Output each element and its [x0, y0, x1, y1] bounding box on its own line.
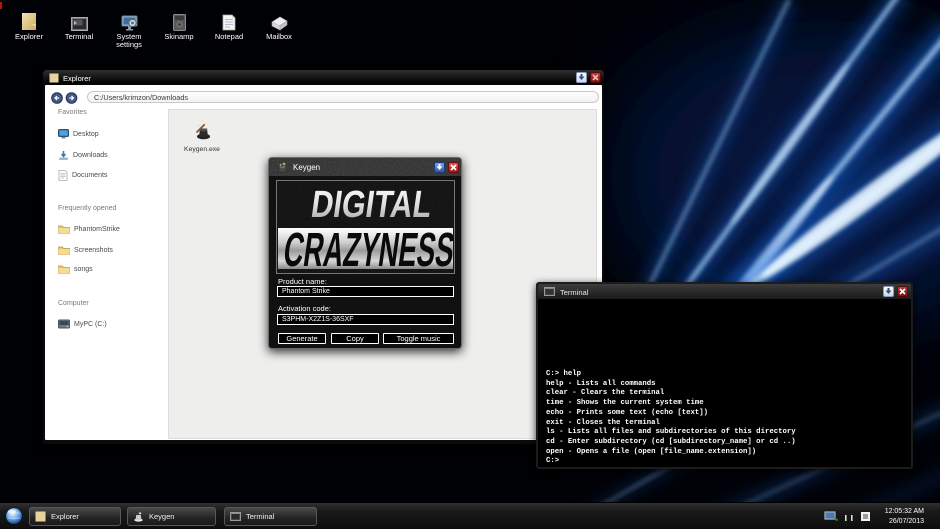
svg-text:CRAZYNESS: CRAZYNESS — [280, 223, 455, 274]
svg-text:DIGITAL: DIGITAL — [309, 183, 435, 226]
